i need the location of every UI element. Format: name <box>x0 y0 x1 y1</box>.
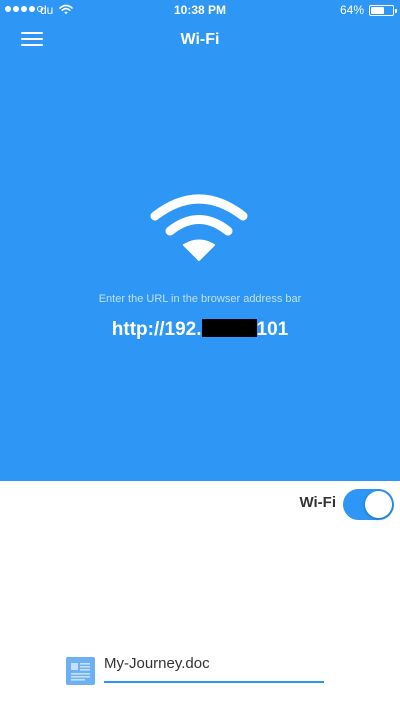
redacted-block <box>201 319 257 337</box>
file-underline <box>104 681 324 683</box>
toggle-knob <box>365 491 392 518</box>
status-bar: du 10:38 PM 64% <box>0 0 400 20</box>
document-icon <box>66 657 95 685</box>
battery-icon <box>369 5 397 16</box>
page-title: Wi-Fi <box>180 31 220 48</box>
hero-panel: du 10:38 PM 64% Wi-Fi Enter the URL in t… <box>0 0 400 481</box>
url-suffix: 101 <box>256 319 289 340</box>
wifi-icon <box>150 194 248 261</box>
server-url: http://192. 101 <box>0 319 400 341</box>
url-prefix: http://192. <box>111 319 202 340</box>
wifi-toggle[interactable] <box>343 489 394 520</box>
url-hint: Enter the URL in the browser address bar <box>98 293 302 305</box>
wifi-toggle-label: Wi-Fi <box>299 494 336 511</box>
file-item[interactable]: My-Journey.doc <box>66 655 326 687</box>
file-name: My-Journey.doc <box>104 655 210 672</box>
battery-percent: 64% <box>339 3 364 17</box>
battery-level-fill <box>371 7 384 14</box>
